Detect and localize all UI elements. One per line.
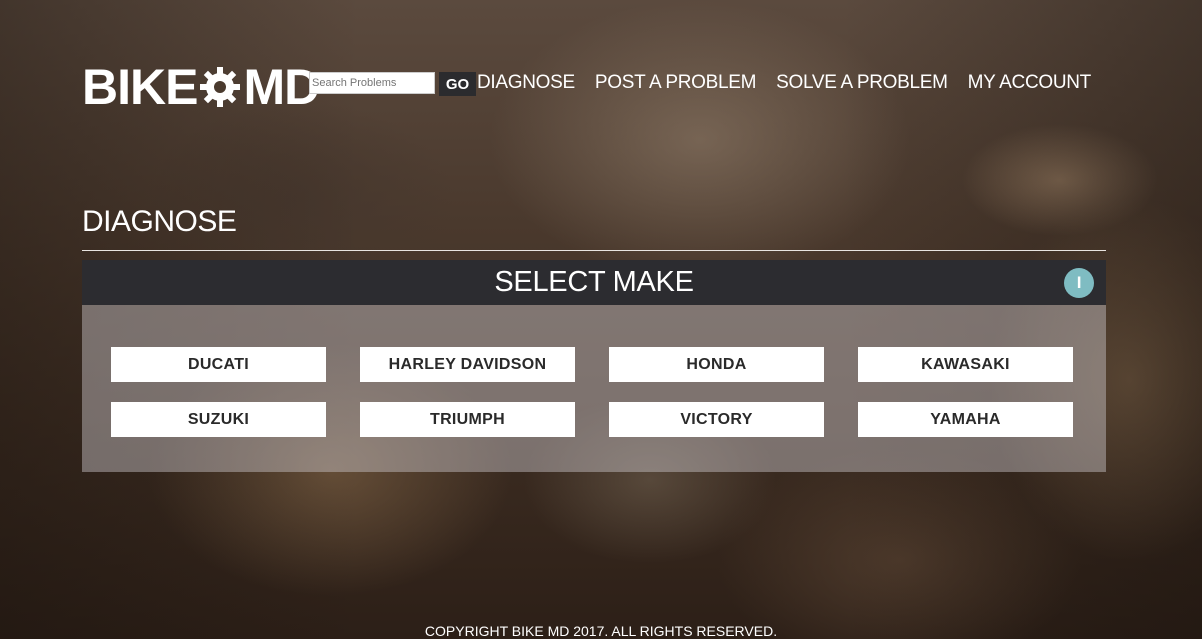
make-button-victory[interactable]: VICTORY	[609, 402, 824, 437]
select-make-header: SELECT MAKE I	[82, 260, 1106, 305]
make-button-harley-davidson[interactable]: HARLEY DAVIDSON	[360, 347, 575, 382]
page-title: DIAGNOSE	[82, 205, 237, 238]
make-button-honda[interactable]: HONDA	[609, 347, 824, 382]
go-button[interactable]: GO	[439, 72, 476, 96]
nav-post-a-problem[interactable]: POST A PROBLEM	[595, 72, 757, 94]
search-input[interactable]	[309, 72, 435, 94]
nav-diagnose[interactable]: DIAGNOSE	[477, 72, 575, 94]
gear-icon	[200, 67, 241, 107]
make-button-triumph[interactable]: TRIUMPH	[360, 402, 575, 437]
make-button-kawasaki[interactable]: KAWASAKI	[858, 347, 1073, 382]
nav-my-account[interactable]: MY ACCOUNT	[968, 72, 1092, 94]
main-nav: DIAGNOSE POST A PROBLEM SOLVE A PROBLEM …	[477, 72, 1091, 94]
nav-solve-a-problem[interactable]: SOLVE A PROBLEM	[776, 72, 948, 94]
info-button[interactable]: I	[1064, 268, 1094, 298]
info-icon: I	[1076, 273, 1082, 292]
make-grid: DUCATI HARLEY DAVIDSON HONDA KAWASAKI SU…	[111, 347, 1073, 437]
logo-text-bike: BIKE	[82, 59, 198, 115]
search-bar: GO	[309, 72, 476, 96]
logo-text-md: MD	[243, 59, 320, 115]
footer-copyright: COPYRIGHT BIKE MD 2017. ALL RIGHTS RESER…	[424, 623, 778, 639]
make-button-ducati[interactable]: DUCATI	[111, 347, 326, 382]
make-button-suzuki[interactable]: SUZUKI	[111, 402, 326, 437]
make-panel: DUCATI HARLEY DAVIDSON HONDA KAWASAKI SU…	[82, 305, 1106, 472]
select-make-title: SELECT MAKE	[494, 266, 694, 298]
logo[interactable]: BIKE MD	[82, 59, 320, 115]
make-button-yamaha[interactable]: YAMAHA	[858, 402, 1073, 437]
title-divider	[82, 250, 1106, 251]
